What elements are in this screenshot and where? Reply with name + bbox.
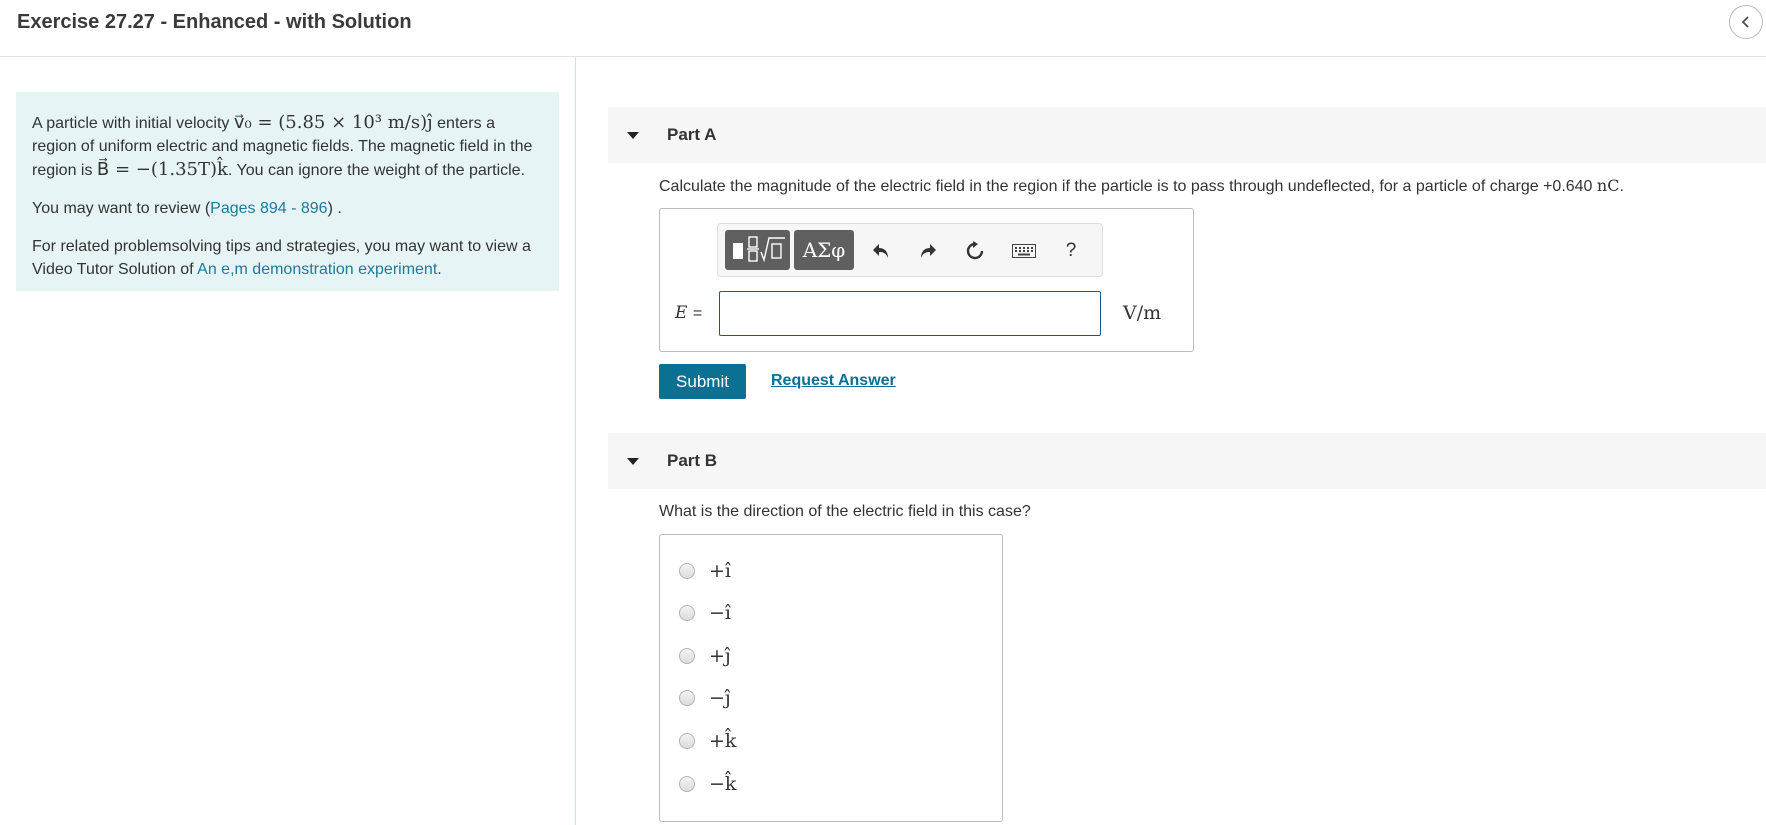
choice-option[interactable]: +k̂ [679, 729, 736, 753]
choice-label: −k̂ [709, 773, 737, 795]
part-b-header[interactable]: Part B [608, 433, 1766, 489]
redo-button[interactable] [913, 236, 943, 266]
help-button[interactable]: ? [1056, 236, 1086, 266]
part-b-question: What is the direction of the electric fi… [659, 503, 1031, 520]
tips-text: . [437, 261, 442, 278]
choice-option[interactable]: −î [679, 601, 731, 625]
tips-paragraph: For related problemsolving tips and stra… [32, 235, 543, 281]
intro-text: . You can ignore the weight of the parti… [227, 162, 526, 179]
choices-box: +î −î +ĵ −ĵ +k̂ −k̂ [659, 534, 1003, 822]
request-answer-link[interactable]: Request Answer [771, 372, 896, 390]
question-text: . [1619, 178, 1624, 195]
choice-label: −î [709, 602, 731, 624]
choice-label: +k̂ [709, 730, 737, 752]
chevron-left-icon [1741, 16, 1749, 28]
keyboard-icon [1012, 244, 1036, 258]
keyboard-button[interactable] [1009, 236, 1039, 266]
radio-button[interactable] [679, 563, 695, 579]
radio-button[interactable] [679, 605, 695, 621]
intro-paragraph: A particle with initial velocity v⃗₀ = (… [32, 111, 543, 182]
undo-button[interactable] [866, 236, 896, 266]
part-b-title: Part B [667, 451, 718, 470]
intro-text: A particle with initial velocity [32, 115, 234, 132]
choice-option[interactable]: +î [679, 559, 731, 583]
variable-symbol: E [675, 303, 688, 323]
review-paragraph: You may want to review (Pages 894 - 896)… [32, 197, 543, 220]
part-a-question: Calculate the magnitude of the electric … [659, 176, 1624, 196]
answer-box: ΑΣφ ? E = V/m [659, 208, 1194, 352]
symbols-button[interactable]: ΑΣφ [794, 230, 854, 270]
reset-icon [966, 241, 984, 260]
part-a-header[interactable]: Part A [608, 107, 1766, 163]
caret-down-icon [627, 457, 639, 465]
top-bar: Exercise 27.27 - Enhanced - with Solutio… [0, 0, 1766, 57]
undo-icon [873, 244, 888, 258]
variable-label: E = [675, 303, 702, 323]
choice-option[interactable]: +ĵ [679, 644, 731, 668]
page-title: Exercise 27.27 - Enhanced - with Solutio… [17, 11, 412, 33]
collapse-panel-button[interactable] [1729, 5, 1763, 39]
video-tutor-link[interactable]: An e,m demonstration experiment [197, 261, 437, 278]
math-toolbar: ΑΣφ ? [717, 223, 1103, 277]
fraction-sqrt-template-icon [732, 236, 785, 263]
reset-button[interactable] [960, 236, 990, 266]
choice-option[interactable]: −k̂ [679, 772, 736, 796]
choice-label: +ĵ [709, 645, 731, 667]
radio-button[interactable] [679, 776, 695, 792]
answer-input[interactable] [719, 291, 1101, 336]
choice-label: +î [709, 560, 731, 582]
radio-button[interactable] [679, 690, 695, 706]
magnetic-field-expression: B⃗ = −(1.35T)k̂ [96, 159, 228, 180]
submit-button[interactable]: Submit [659, 364, 746, 399]
question-text: Calculate the magnitude of the electric … [659, 178, 1597, 195]
review-text: ) . [327, 200, 342, 217]
unit-label: V/m [1123, 302, 1162, 324]
equals-sign: = [692, 305, 703, 322]
part-a-title: Part A [667, 125, 717, 144]
radio-button[interactable] [679, 733, 695, 749]
charge-unit: nC [1596, 176, 1620, 195]
radio-button[interactable] [679, 648, 695, 664]
redo-icon [921, 244, 936, 258]
velocity-expression: v⃗₀ = (5.85 × 10³ m/s)ĵ [233, 112, 433, 133]
review-text: You may want to review ( [32, 200, 211, 217]
caret-down-icon [627, 131, 639, 139]
pages-link[interactable]: Pages 894 - 896 [210, 200, 327, 217]
templates-button[interactable] [725, 230, 790, 270]
problem-intro: A particle with initial velocity v⃗₀ = (… [16, 92, 559, 291]
choice-option[interactable]: −ĵ [679, 686, 731, 710]
panel-divider [575, 57, 576, 825]
choice-label: −ĵ [709, 687, 731, 709]
